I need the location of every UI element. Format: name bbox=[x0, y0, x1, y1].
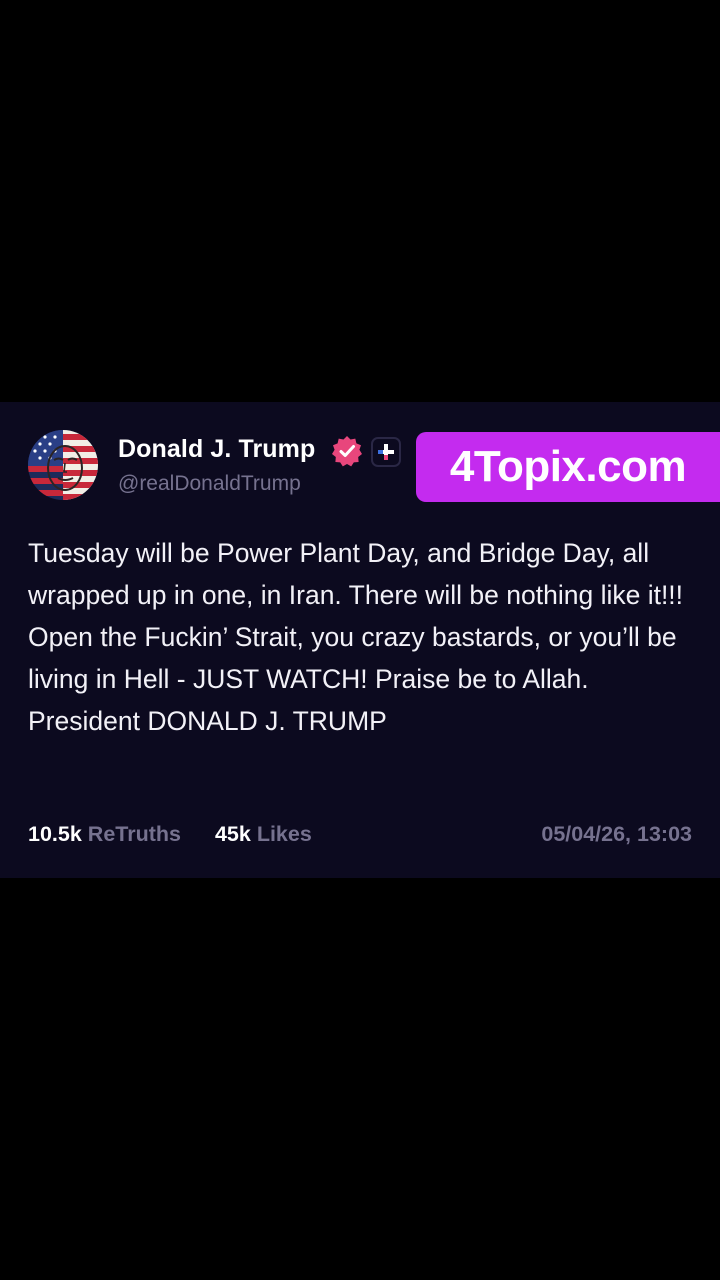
plus-icon[interactable] bbox=[371, 437, 401, 467]
likes-count[interactable]: 45k bbox=[215, 822, 251, 846]
post-card: Donald J. Trump @realDonaldTrump 4Topix.… bbox=[0, 402, 720, 878]
avatar[interactable] bbox=[28, 430, 98, 500]
retruths-count[interactable]: 10.5k bbox=[28, 822, 82, 846]
post-text: Tuesday will be Power Plant Day, and Bri… bbox=[28, 538, 684, 736]
post-stats: 10.5k ReTruths 45k Likes bbox=[28, 822, 312, 847]
watermark-banner: 4Topix.com bbox=[416, 432, 720, 502]
verified-check-icon bbox=[331, 435, 363, 467]
likes-label[interactable]: Likes bbox=[257, 822, 312, 846]
display-name[interactable]: Donald J. Trump bbox=[118, 435, 315, 464]
retruths-label[interactable]: ReTruths bbox=[88, 822, 181, 846]
post-timestamp[interactable]: 05/04/26, 13:03 bbox=[541, 822, 692, 847]
user-handle[interactable]: @realDonaldTrump bbox=[118, 472, 301, 496]
avatar-image bbox=[28, 430, 98, 500]
